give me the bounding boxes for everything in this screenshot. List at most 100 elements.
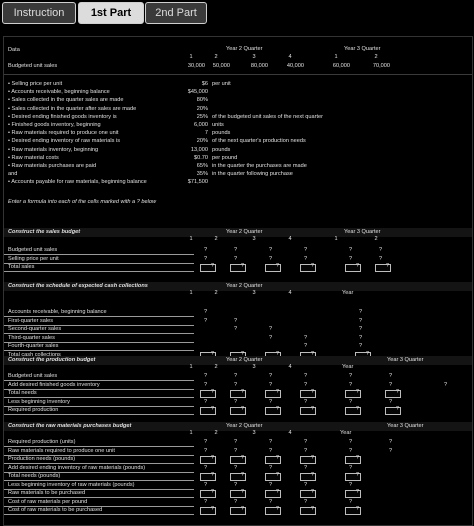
- formula-cell-marker[interactable]: ?: [211, 489, 214, 496]
- formula-cell-marker[interactable]: ?: [234, 326, 237, 333]
- formula-cell-marker[interactable]: ?: [311, 406, 314, 413]
- formula-cell-marker[interactable]: ?: [304, 247, 307, 254]
- formula-cell-marker[interactable]: ?: [304, 256, 307, 263]
- formula-cell-marker[interactable]: ?: [349, 373, 352, 380]
- formula-cell-marker[interactable]: ?: [234, 256, 237, 263]
- formula-cell-marker[interactable]: ?: [276, 506, 279, 513]
- formula-cell-marker[interactable]: ?: [234, 399, 237, 406]
- formula-cell-marker[interactable]: ?: [204, 373, 207, 380]
- formula-cell-marker[interactable]: ?: [204, 399, 207, 406]
- formula-cell-marker[interactable]: ?: [359, 335, 362, 342]
- formula-cell-marker[interactable]: ?: [211, 506, 214, 513]
- formula-cell-marker[interactable]: ?: [304, 343, 307, 350]
- formula-cell-marker[interactable]: ?: [276, 489, 279, 496]
- formula-cell-marker[interactable]: ?: [234, 247, 237, 254]
- formula-cell-marker[interactable]: ?: [269, 482, 272, 489]
- formula-cell-marker[interactable]: ?: [349, 247, 352, 254]
- formula-cell-marker[interactable]: ?: [356, 472, 359, 479]
- formula-cell-marker[interactable]: ?: [204, 499, 207, 506]
- formula-cell-marker[interactable]: ?: [204, 318, 207, 325]
- tab-instruction[interactable]: Instruction: [2, 2, 76, 24]
- formula-cell-marker[interactable]: ?: [389, 439, 392, 446]
- formula-cell-marker[interactable]: ?: [234, 499, 237, 506]
- formula-cell-marker[interactable]: ?: [234, 382, 237, 389]
- formula-cell-marker[interactable]: ?: [359, 343, 362, 350]
- formula-cell-marker[interactable]: ?: [304, 399, 307, 406]
- formula-cell-marker[interactable]: ?: [204, 256, 207, 263]
- formula-cell-marker[interactable]: ?: [269, 247, 272, 254]
- formula-cell-marker[interactable]: ?: [304, 373, 307, 380]
- formula-cell-marker[interactable]: ?: [269, 399, 272, 406]
- formula-cell-marker[interactable]: ?: [234, 465, 237, 472]
- formula-cell-marker[interactable]: ?: [349, 399, 352, 406]
- formula-cell-marker[interactable]: ?: [356, 489, 359, 496]
- formula-cell-marker[interactable]: ?: [241, 455, 244, 462]
- formula-cell-marker[interactable]: ?: [379, 256, 382, 263]
- formula-cell-marker[interactable]: ?: [269, 465, 272, 472]
- formula-cell-marker[interactable]: ?: [204, 448, 207, 455]
- formula-cell-marker[interactable]: ?: [311, 263, 314, 270]
- formula-cell-marker[interactable]: ?: [389, 399, 392, 406]
- formula-cell-marker[interactable]: ?: [356, 389, 359, 396]
- formula-cell-marker[interactable]: ?: [241, 406, 244, 413]
- formula-cell-marker[interactable]: ?: [241, 389, 244, 396]
- formula-cell-marker[interactable]: ?: [359, 309, 362, 316]
- formula-cell-marker[interactable]: ?: [389, 382, 392, 389]
- formula-cell-marker[interactable]: ?: [269, 335, 272, 342]
- formula-cell-marker[interactable]: ?: [304, 482, 307, 489]
- formula-cell-marker[interactable]: ?: [204, 309, 207, 316]
- formula-cell-marker[interactable]: ?: [269, 439, 272, 446]
- formula-cell-marker[interactable]: ?: [304, 499, 307, 506]
- formula-cell-marker[interactable]: ?: [241, 472, 244, 479]
- formula-cell-marker[interactable]: ?: [211, 389, 214, 396]
- tab-1st-part[interactable]: 1st Part: [78, 2, 144, 24]
- tab-2nd-part[interactable]: 2nd Part: [145, 2, 207, 24]
- formula-cell-marker[interactable]: ?: [204, 439, 207, 446]
- formula-cell-marker[interactable]: ?: [444, 382, 447, 389]
- formula-cell-marker[interactable]: ?: [396, 406, 399, 413]
- formula-cell-marker[interactable]: ?: [204, 382, 207, 389]
- formula-cell-marker[interactable]: ?: [211, 455, 214, 462]
- formula-cell-marker[interactable]: ?: [304, 335, 307, 342]
- formula-cell-marker[interactable]: ?: [241, 506, 244, 513]
- formula-cell-marker[interactable]: ?: [269, 256, 272, 263]
- formula-cell-marker[interactable]: ?: [234, 373, 237, 380]
- formula-cell-marker[interactable]: ?: [349, 256, 352, 263]
- formula-cell-marker[interactable]: ?: [349, 499, 352, 506]
- formula-cell-marker[interactable]: ?: [349, 465, 352, 472]
- formula-cell-marker[interactable]: ?: [311, 506, 314, 513]
- formula-cell-marker[interactable]: ?: [211, 406, 214, 413]
- formula-cell-marker[interactable]: ?: [304, 439, 307, 446]
- formula-cell-marker[interactable]: ?: [234, 439, 237, 446]
- formula-cell-marker[interactable]: ?: [241, 263, 244, 270]
- formula-cell-marker[interactable]: ?: [356, 455, 359, 462]
- formula-cell-marker[interactable]: ?: [311, 489, 314, 496]
- formula-cell-marker[interactable]: ?: [276, 389, 279, 396]
- formula-cell-marker[interactable]: ?: [359, 326, 362, 333]
- formula-cell-marker[interactable]: ?: [269, 499, 272, 506]
- formula-cell-marker[interactable]: ?: [349, 448, 352, 455]
- formula-cell-marker[interactable]: ?: [389, 373, 392, 380]
- formula-cell-marker[interactable]: ?: [211, 472, 214, 479]
- formula-cell-marker[interactable]: ?: [269, 448, 272, 455]
- formula-cell-marker[interactable]: ?: [234, 448, 237, 455]
- formula-cell-marker[interactable]: ?: [276, 472, 279, 479]
- formula-cell-marker[interactable]: ?: [379, 247, 382, 254]
- formula-cell-marker[interactable]: ?: [311, 472, 314, 479]
- formula-cell-marker[interactable]: ?: [396, 389, 399, 396]
- formula-cell-marker[interactable]: ?: [276, 406, 279, 413]
- formula-cell-marker[interactable]: ?: [311, 455, 314, 462]
- formula-cell-marker[interactable]: ?: [204, 482, 207, 489]
- formula-cell-marker[interactable]: ?: [269, 382, 272, 389]
- formula-cell-marker[interactable]: ?: [276, 263, 279, 270]
- formula-cell-marker[interactable]: ?: [269, 326, 272, 333]
- formula-cell-marker[interactable]: ?: [349, 382, 352, 389]
- formula-cell-marker[interactable]: ?: [211, 263, 214, 270]
- formula-cell-marker[interactable]: ?: [389, 448, 392, 455]
- formula-cell-marker[interactable]: ?: [304, 448, 307, 455]
- formula-cell-marker[interactable]: ?: [241, 489, 244, 496]
- formula-cell-marker[interactable]: ?: [359, 318, 362, 325]
- formula-cell-marker[interactable]: ?: [304, 382, 307, 389]
- formula-cell-marker[interactable]: ?: [386, 263, 389, 270]
- formula-cell-marker[interactable]: ?: [234, 482, 237, 489]
